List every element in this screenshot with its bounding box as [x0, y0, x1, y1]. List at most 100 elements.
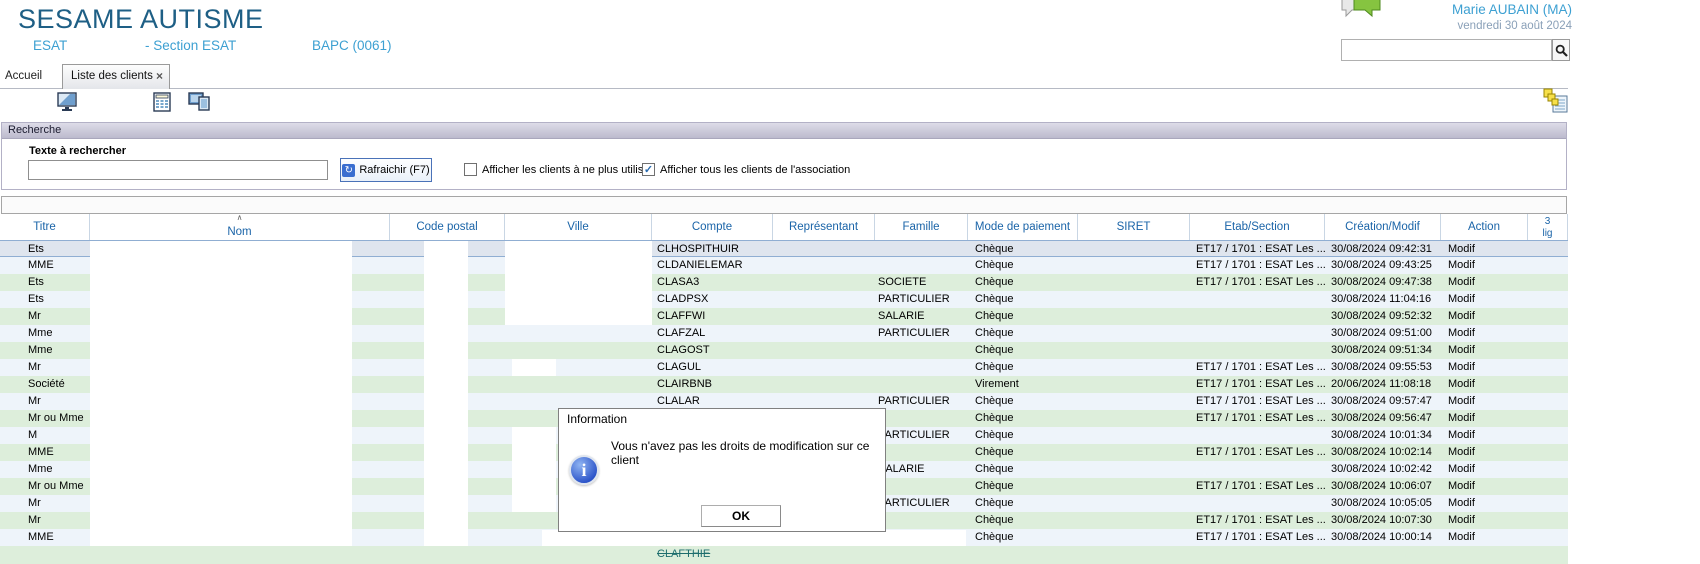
- cell-famille: [875, 342, 968, 359]
- sort-asc-icon: ∧: [90, 214, 389, 222]
- redaction-block: [424, 478, 468, 495]
- redaction-block: [90, 308, 352, 325]
- search-groupbox: Recherche Texte à rechercher ↻ Rafraichi…: [1, 122, 1567, 190]
- cell-action: Modif: [1441, 461, 1528, 478]
- cell-creation: 30/08/2024 09:55:53: [1325, 359, 1441, 376]
- column-header-titre[interactable]: Titre: [0, 214, 90, 240]
- column-header-partial[interactable]: 3lig: [1528, 214, 1568, 240]
- table-row[interactable]: MmeCLAFZALPARTICULIERChèque30/08/2024 09…: [0, 325, 1568, 342]
- cell-action: Modif: [1441, 308, 1528, 325]
- cell-titre: Mme: [0, 325, 90, 342]
- cell-famille: SALARIE: [875, 308, 968, 325]
- checkbox-tous-clients-association[interactable]: ✓: [642, 163, 655, 176]
- table-row[interactable]: EtsCLADPSXPARTICULIERChèque30/08/2024 11…: [0, 291, 1568, 308]
- redaction-block: [90, 342, 352, 359]
- redaction-block: [424, 257, 468, 274]
- column-header-siret[interactable]: SIRET: [1078, 214, 1190, 240]
- calculator-icon[interactable]: [153, 92, 171, 117]
- cell-titre: Mr ou Mme: [0, 410, 90, 427]
- tab-accueil[interactable]: Accueil: [5, 70, 42, 82]
- refresh-button[interactable]: ↻ Rafraichir (F7): [340, 158, 432, 182]
- cell-compte: CLASA3: [652, 274, 773, 291]
- table-row[interactable]: MmeCLAGOSTChèque30/08/2024 09:51:34Modif: [0, 342, 1568, 359]
- cell-etab: [1190, 495, 1325, 512]
- cell-rep: [773, 342, 875, 359]
- establishment-label: ESAT: [33, 38, 67, 53]
- cell-etab: ET17 / 1701 : ESAT Les ...: [1190, 376, 1325, 393]
- dialog-message: Vous n'avez pas les droits de modificati…: [611, 439, 885, 467]
- cell-action: Modif: [1441, 376, 1528, 393]
- redaction-block: [505, 257, 652, 274]
- table-row[interactable]: EtsCLASA3SOCIETEChèqueET17 / 1701 : ESAT…: [0, 274, 1568, 291]
- cell-creation: 30/08/2024 09:42:31: [1325, 241, 1441, 258]
- redaction-block: [90, 376, 352, 393]
- column-header-famille[interactable]: Famille: [875, 214, 968, 240]
- cell-compte: CLAFZAL: [652, 325, 773, 342]
- cascade-windows-icon[interactable]: [1543, 88, 1569, 119]
- cell-etab: ET17 / 1701 : ESAT Les ...: [1190, 359, 1325, 376]
- cell-creation: 30/08/2024 10:01:34: [1325, 427, 1441, 444]
- cell-mode: Chèque: [968, 325, 1078, 342]
- tab-liste-des-clients[interactable]: Liste des clients ×: [62, 64, 170, 89]
- redaction-block: [424, 410, 468, 427]
- cell-creation: 30/08/2024 09:47:38: [1325, 274, 1441, 291]
- redaction-block: [90, 478, 352, 495]
- cell-etab: ET17 / 1701 : ESAT Les ...: [1190, 274, 1325, 291]
- cell-etab: ET17 / 1701 : ESAT Les ...: [1190, 529, 1325, 546]
- cell-siret: [1078, 257, 1190, 274]
- cell-siret: [1078, 291, 1190, 308]
- column-header-action[interactable]: Action: [1441, 214, 1528, 240]
- column-header-nom[interactable]: ∧Nom: [90, 214, 390, 240]
- column-header-rep[interactable]: Représentant: [773, 214, 875, 240]
- column-header-compte[interactable]: Compte: [652, 214, 773, 240]
- table-row-partial[interactable]: CLAFTHIE: [0, 546, 1568, 564]
- dual-screen-icon[interactable]: [188, 92, 211, 117]
- cell-action: Modif: [1441, 325, 1528, 342]
- redaction-block: [424, 308, 468, 325]
- table-row[interactable]: MrCLAGULChèqueET17 / 1701 : ESAT Les ...…: [0, 359, 1568, 376]
- cell-siret: [1078, 393, 1190, 410]
- global-search-input[interactable]: [1341, 39, 1552, 61]
- cell-famille: [875, 410, 968, 427]
- ok-button[interactable]: OK: [701, 505, 781, 527]
- cell-famille: PARTICULIER: [875, 325, 968, 342]
- close-icon[interactable]: ×: [156, 69, 163, 83]
- checkbox-clients-ne-plus-utiliser[interactable]: [464, 163, 477, 176]
- redaction-block: [424, 342, 468, 359]
- column-header-cp[interactable]: Code postal: [390, 214, 505, 240]
- cell-titre: Société: [0, 376, 90, 393]
- cell-famille: [875, 359, 968, 376]
- redaction-block: [512, 461, 556, 478]
- redaction-block: [424, 376, 468, 393]
- table-row[interactable]: SociétéCLAIRBNBVirementET17 / 1701 : ESA…: [0, 376, 1568, 393]
- cell-ville: [505, 325, 652, 342]
- cell-mode: Chèque: [968, 342, 1078, 359]
- column-header-ville[interactable]: Ville: [505, 214, 652, 240]
- cell-action: Modif: [1441, 291, 1528, 308]
- cell-creation: 30/08/2024 10:05:05: [1325, 495, 1441, 512]
- cell-famille: [875, 241, 968, 258]
- table-row[interactable]: EtsCLHOSPITHUIRChèqueET17 / 1701 : ESAT …: [0, 240, 1568, 257]
- grid-group-panel[interactable]: [1, 196, 1567, 214]
- column-header-mode[interactable]: Mode de paiement: [968, 214, 1078, 240]
- column-header-etab[interactable]: Etab/Section: [1190, 214, 1325, 240]
- column-header-creation[interactable]: Création/Modif: [1325, 214, 1441, 240]
- tab-strip: Accueil Liste des clients ×: [0, 64, 1568, 89]
- redaction-block: [424, 495, 468, 512]
- global-search-button[interactable]: [1552, 39, 1570, 61]
- redaction-block: [424, 444, 468, 461]
- monitor-icon[interactable]: [57, 92, 77, 117]
- table-row[interactable]: MrCLAFFWISALARIEChèque30/08/2024 09:52:3…: [0, 308, 1568, 325]
- cell-mode: Chèque: [968, 274, 1078, 291]
- table-row[interactable]: MMECLDANIELEMARChèqueET17 / 1701 : ESAT …: [0, 257, 1568, 274]
- cell-etab: [1190, 342, 1325, 359]
- cell-action: Modif: [1441, 241, 1528, 258]
- cell-ville: [505, 376, 652, 393]
- search-text-input[interactable]: [28, 160, 328, 180]
- cell-mode: Virement: [968, 376, 1078, 393]
- cell-mode: Chèque: [968, 393, 1078, 410]
- redaction-block: [505, 274, 652, 291]
- cell-mode: Chèque: [968, 478, 1078, 495]
- cell-creation: 30/08/2024 10:06:07: [1325, 478, 1441, 495]
- cell-famille: [875, 478, 968, 495]
